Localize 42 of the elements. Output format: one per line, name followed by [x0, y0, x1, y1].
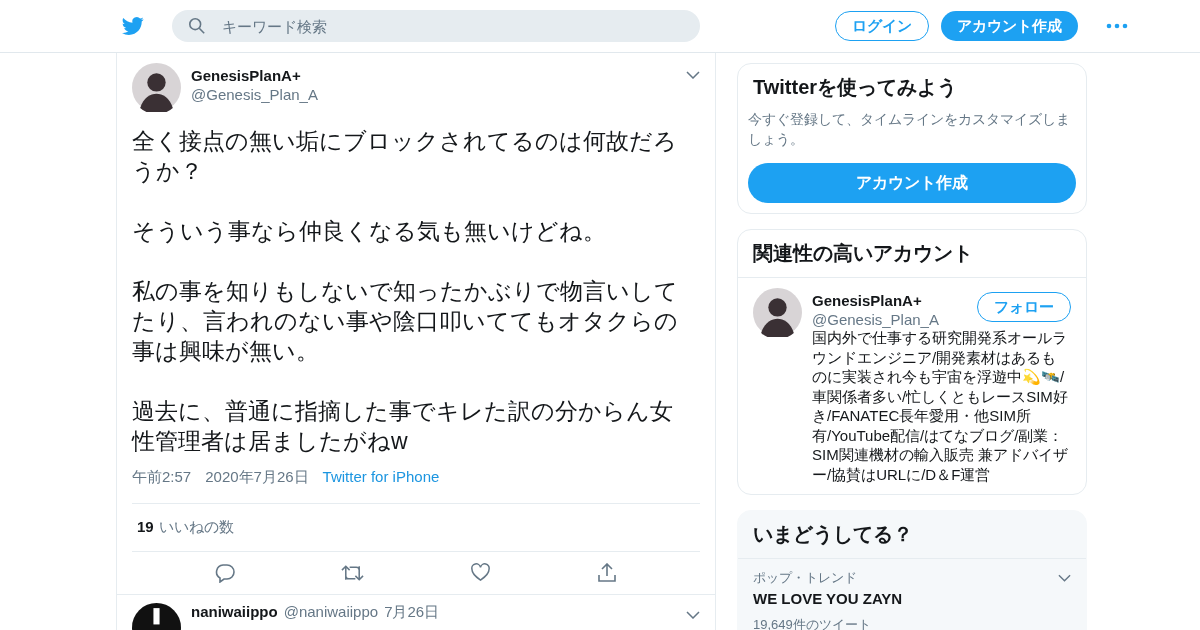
- card-text: 今すぐ登録して、タイムラインをカスタマイズしましょう。: [748, 110, 1071, 149]
- tweet-count: 19,649件のツイート: [753, 616, 872, 630]
- chevron-down-icon[interactable]: [686, 611, 700, 619]
- user-name[interactable]: GenesisPlanA+: [812, 292, 939, 309]
- reply-icon[interactable]: [215, 563, 235, 583]
- search-field[interactable]: キーワード検索: [220, 16, 684, 36]
- tweet-paragraph: 過去に、普通に指摘した事でキレた訳の分からん女性管理者は居ましたがねw: [132, 397, 674, 456]
- chevron-down-icon[interactable]: [686, 71, 700, 79]
- user-name[interactable]: naniwaiippo: [191, 603, 278, 630]
- user-bio: 国内外で仕事する研究開発系オールラウンドエンジニア/開発素材はあるものに実装され今も宇宙を浮遊中💫🛰/車関係者多い/忙しくともレースSIM好き/FANATEC長年愛用・他SIM所有/YouTube配信/はてなブログ/副業：SIM関連機材の輸入販売 兼アドバイザー/協賛はURLに/D＆F運営: [812, 328, 1069, 484]
- card-title: 関連性の高いアカウント: [738, 230, 1086, 278]
- tweet-date: 2020年7月26日: [205, 468, 309, 487]
- avatar[interactable]: [753, 288, 802, 337]
- card-title: いまどうしてる？: [738, 511, 1086, 559]
- card-title: Twitterを使ってみよう: [753, 75, 959, 100]
- share-icon[interactable]: [597, 563, 617, 583]
- follow-button[interactable]: フォロー: [977, 292, 1071, 322]
- user-handle[interactable]: @Genesis_Plan_A: [191, 86, 318, 103]
- bird-logo-icon[interactable]: [120, 15, 146, 37]
- chevron-down-icon[interactable]: [1058, 574, 1071, 582]
- trend-category: ポップ・トレンド: [753, 569, 857, 587]
- user-handle[interactable]: @naniwaiippo: [283, 603, 379, 630]
- heart-icon[interactable]: [470, 563, 491, 582]
- search-icon: [188, 17, 206, 35]
- search-box[interactable]: キーワード検索: [172, 10, 700, 42]
- tweet-paragraph: 私の事を知りもしないで知ったかぶりで物言いしてたり、言われのない事や陰口叩いててもオタクらの事は興味が無い。: [132, 277, 679, 366]
- user-name[interactable]: GenesisPlanA+: [191, 67, 318, 84]
- trend-name[interactable]: WE LOVE YOU ZAYN: [753, 590, 1071, 607]
- tweet-time: 午前2:57: [132, 468, 192, 487]
- likes-label[interactable]: いいねの数: [158, 518, 234, 537]
- source-link[interactable]: Twitter for iPhone: [322, 468, 440, 487]
- tweet-date: 7月26日: [384, 603, 440, 622]
- like-count[interactable]: 19: [137, 518, 154, 537]
- more-icon[interactable]: [1106, 23, 1128, 29]
- retweet-icon[interactable]: [341, 563, 364, 583]
- tweet-paragraph: 全く接点の無い垢にブロックされてるのは何故だろうか？: [132, 127, 678, 186]
- signup-button[interactable]: アカウント作成: [748, 163, 1076, 203]
- avatar[interactable]: [132, 63, 181, 112]
- user-handle[interactable]: @Genesis_Plan_A: [812, 311, 939, 328]
- login-button[interactable]: ログイン: [835, 11, 929, 41]
- tweet-paragraph: そういう事なら仲良くなる気も無いけどね。: [132, 217, 607, 246]
- signup-button[interactable]: アカウント作成: [941, 11, 1078, 41]
